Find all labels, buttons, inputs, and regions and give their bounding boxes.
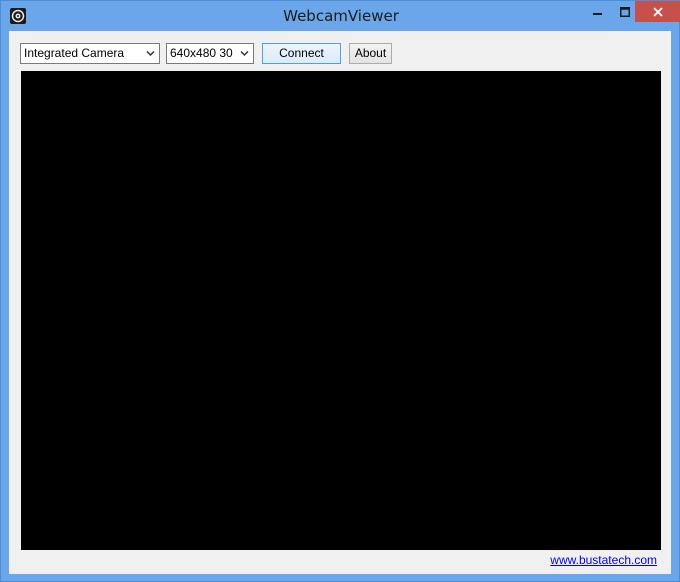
minimize-icon [593, 12, 602, 15]
video-preview [21, 71, 661, 550]
webcam-icon [10, 8, 26, 24]
chevron-down-icon [240, 50, 249, 57]
camera-select-value: Integrated Camera [24, 46, 125, 60]
website-link[interactable]: www.bustatech.com [550, 553, 657, 567]
close-icon [652, 6, 663, 17]
connect-button[interactable]: Connect [262, 43, 341, 64]
chevron-down-icon [146, 50, 155, 57]
resolution-select[interactable]: 640x480 30 [166, 43, 254, 64]
app-window: WebcamViewer Integrated Camera 640x480 3… [0, 0, 680, 582]
resolution-select-value: 640x480 30 [170, 46, 233, 60]
window-title: WebcamViewer [283, 7, 399, 25]
maximize-icon [620, 6, 630, 17]
minimize-button[interactable] [584, 1, 612, 22]
client-area: Integrated Camera 640x480 30 Connect Abo… [9, 31, 671, 574]
camera-select[interactable]: Integrated Camera [20, 43, 160, 64]
title-bar[interactable]: WebcamViewer [1, 1, 680, 31]
about-button[interactable]: About [349, 43, 392, 64]
close-button[interactable] [635, 1, 680, 22]
